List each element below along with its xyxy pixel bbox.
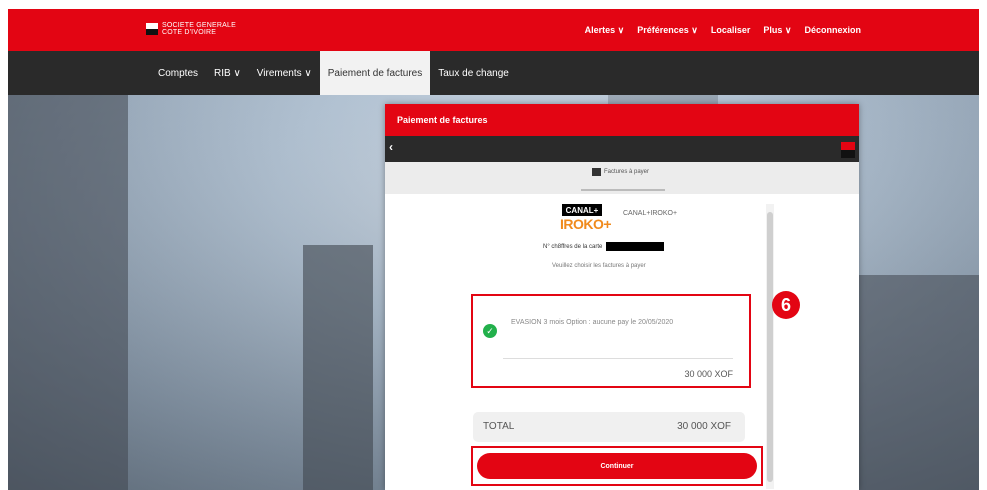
top-menu-preferences[interactable]: Préférences ∨	[637, 25, 698, 36]
bill-description: EVASION 3 mois Option : aucune pay le 20…	[511, 319, 674, 326]
card-number-row: N° ch8ffres de la carte	[543, 242, 665, 251]
top-menu-localiser[interactable]: Localiser	[711, 25, 751, 36]
scrollbar[interactable]	[766, 204, 774, 489]
tab-factures[interactable]: Factures à payer	[592, 168, 649, 176]
brand-logo[interactable]: SOCIETE GENERALE COTE D'IVOIRE	[146, 22, 236, 36]
card-number-masked	[606, 242, 665, 251]
tab-underline	[581, 189, 665, 191]
bill-item[interactable]: ✓ EVASION 3 mois Option : aucune pay le …	[471, 294, 751, 388]
top-bar: SOCIETE GENERALE COTE D'IVOIRE Alertes ∨…	[8, 9, 979, 51]
top-menu: Alertes ∨ Préférences ∨ Localiser Plus ∨…	[585, 25, 861, 36]
chevron-left-icon[interactable]: ‹	[389, 140, 393, 154]
tab-factures-label: Factures à payer	[604, 169, 650, 175]
nav-taux-change[interactable]: Taux de change	[430, 51, 517, 95]
top-menu-logout[interactable]: Déconnexion	[804, 25, 861, 36]
brand-name: SOCIETE GENERALE COTE D'IVOIRE	[162, 22, 236, 36]
nav-rib[interactable]: RIB ∨	[206, 51, 249, 95]
top-menu-plus[interactable]: Plus ∨	[763, 25, 791, 36]
step-badge: 6	[772, 291, 800, 319]
flag-icon	[841, 142, 855, 158]
nav-paiement-factures[interactable]: Paiement de factures	[319, 51, 431, 95]
bill-amount: 30 000 XOF	[684, 369, 733, 379]
main-nav: Comptes RIB ∨ Virements ∨ Paiement de fa…	[8, 51, 979, 95]
brand-mark-icon	[146, 23, 158, 35]
scrollbar-thumb[interactable]	[767, 212, 773, 482]
nav-virements[interactable]: Virements ∨	[249, 51, 320, 95]
card-label: N° ch8ffres de la carte	[543, 243, 603, 250]
total-value: 30 000 XOF	[677, 421, 731, 432]
tab-bar: Factures à payer	[385, 162, 859, 194]
choose-bills-text: Veuillez choisir les factures à payer	[552, 263, 646, 269]
bill-divider	[503, 358, 733, 359]
brand-line-1: SOCIETE GENERALE	[162, 22, 236, 29]
continue-button[interactable]: Continuer	[477, 453, 757, 479]
top-menu-alertes[interactable]: Alertes ∨	[585, 25, 625, 36]
check-icon[interactable]: ✓	[483, 324, 497, 338]
iroko-logo-text: IROKO+	[560, 216, 612, 232]
brand-line-2: COTE D'IVOIRE	[162, 29, 217, 36]
nav-comptes[interactable]: Comptes	[150, 51, 206, 95]
invoice-icon	[592, 168, 601, 176]
canal-logo-text: CANAL+	[562, 204, 602, 216]
modal-content: CANAL+ IROKO+ CANAL+IROKO+ N° ch8ffres d…	[385, 194, 859, 490]
app-frame: SOCIETE GENERALE COTE D'IVOIRE Alertes ∨…	[8, 9, 979, 490]
provider-name: CANAL+IROKO+	[623, 210, 678, 217]
canal-iroko-logo: CANAL+ IROKO+	[560, 198, 616, 234]
total-label: TOTAL	[483, 421, 515, 432]
total-row: TOTAL 30 000 XOF	[473, 412, 745, 442]
modal-title: Paiement de factures	[385, 104, 859, 136]
continue-button-highlight: Continuer	[471, 446, 763, 486]
modal-toolbar: ‹	[385, 136, 859, 162]
